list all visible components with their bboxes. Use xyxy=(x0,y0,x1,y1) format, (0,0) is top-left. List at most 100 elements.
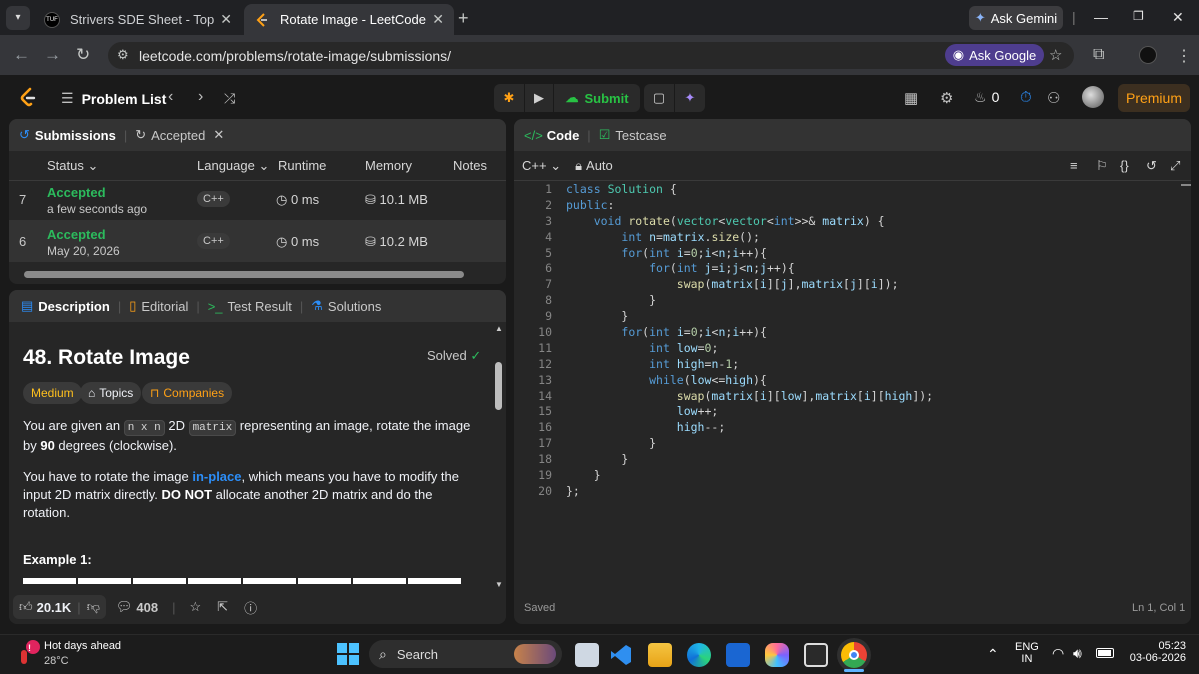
submission-row[interactable]: 6 Accepted May 20, 2026 C++ ◷ 0 ms ⛁ 10.… xyxy=(9,220,506,262)
volume-icon[interactable]: 🔊︎ xyxy=(1073,645,1082,662)
outlook-icon[interactable] xyxy=(726,643,750,667)
code-line[interactable]: 3 void rotate(vector<vector<int>>& matri… xyxy=(514,213,1191,229)
language-select[interactable]: C++ ⌄ xyxy=(522,158,561,174)
code-line[interactable]: 9 } xyxy=(514,308,1191,324)
vscode-icon[interactable] xyxy=(609,643,633,667)
code-line[interactable]: 15 low++; xyxy=(514,403,1191,419)
browser-menu-icon[interactable]: ⋮ xyxy=(1176,46,1192,66)
weather-icon[interactable]: ! xyxy=(18,640,40,664)
code-line[interactable]: 2 public: xyxy=(514,197,1191,213)
code-text[interactable]: swap(matrix[i][j],matrix[j][i]); xyxy=(552,277,899,291)
minimize-icon[interactable]: — xyxy=(1094,9,1108,25)
ai-sparkle-icon[interactable]: ✦ xyxy=(675,84,705,112)
tab-code[interactable]: Code xyxy=(547,128,580,143)
code-text[interactable]: }; xyxy=(552,484,580,498)
favorite-star-icon[interactable]: ☆ xyxy=(190,599,202,615)
code-line[interactable]: 14 swap(matrix[i][low],matrix[i][high]); xyxy=(514,388,1191,404)
user-avatar[interactable] xyxy=(1082,86,1104,108)
close-tab-icon[interactable]: ✕ xyxy=(213,127,224,143)
ask-google-button[interactable]: ◉ Ask Google xyxy=(945,44,1044,66)
tab-list-button[interactable]: ▾ xyxy=(6,5,30,30)
battery-icon[interactable] xyxy=(1096,648,1114,658)
code-editor[interactable]: 1 class Solution {2 public: 3 void rotate(v… xyxy=(514,181,1191,499)
code-text[interactable]: swap(matrix[i][low],matrix[i][high]); xyxy=(552,389,933,403)
code-text[interactable]: for(int i=0;i<n;i++){ xyxy=(552,246,767,260)
comments-button[interactable]: 💬︎ 408 xyxy=(116,599,158,615)
windows-start-icon[interactable] xyxy=(337,643,359,665)
bookmark-star-icon[interactable]: ☆ xyxy=(1049,46,1062,64)
edge-icon[interactable] xyxy=(687,643,711,667)
topics-button[interactable]: ⌂ Topics xyxy=(80,382,142,404)
tab-editorial[interactable]: Editorial xyxy=(141,299,188,314)
tab-solutions[interactable]: Solutions xyxy=(328,299,381,314)
reload-icon[interactable]: ↻ xyxy=(76,45,90,65)
forward-icon[interactable]: → xyxy=(44,45,61,65)
code-text[interactable]: low++; xyxy=(552,404,719,418)
problem-list-button[interactable]: ☰ Problem List xyxy=(61,90,166,107)
submit-button[interactable]: ☁ Submit xyxy=(554,84,640,112)
extensions-icon[interactable]: ⧉ xyxy=(1093,46,1104,64)
scroll-up-icon[interactable]: ▲ xyxy=(495,324,503,333)
premium-button[interactable]: Premium xyxy=(1118,84,1190,112)
code-line[interactable]: 19 } xyxy=(514,467,1191,483)
weather-title[interactable]: Hot days ahead xyxy=(44,640,121,652)
copilot-icon[interactable] xyxy=(765,643,789,667)
col-language[interactable]: Language ⌄ xyxy=(197,158,269,174)
timer-icon[interactable]: ⏱ xyxy=(1020,89,1032,106)
tab-accepted[interactable]: Accepted xyxy=(151,128,205,143)
close-window-icon[interactable]: ✕ xyxy=(1172,9,1184,26)
tray-chevron-up-icon[interactable]: ⌃ xyxy=(987,646,999,663)
like-button[interactable]: 👍︎ 20.1K | 👎︎ xyxy=(13,595,106,619)
close-tab-icon[interactable]: ✕ xyxy=(432,11,444,28)
code-line[interactable]: 8 } xyxy=(514,292,1191,308)
task-view-icon[interactable] xyxy=(575,643,599,667)
code-text[interactable]: while(low<=high){ xyxy=(552,373,767,387)
code-text[interactable]: for(int j=i;j<n;j++){ xyxy=(552,261,795,275)
code-text[interactable]: int high=n-1; xyxy=(552,357,739,371)
new-tab-icon[interactable]: + xyxy=(458,8,469,29)
tab-testcase[interactable]: Testcase xyxy=(615,128,666,143)
back-icon[interactable]: ← xyxy=(13,45,30,65)
bookmark-icon[interactable]: ⚐ xyxy=(1096,158,1108,174)
submission-row[interactable]: 7 Accepted a few seconds ago C++ ◷ 0 ms … xyxy=(9,178,506,220)
problem-title[interactable]: 48. Rotate Image xyxy=(23,346,190,370)
code-text[interactable]: class Solution { xyxy=(552,182,677,196)
expand-icon[interactable]: ⤢ xyxy=(1170,158,1180,174)
code-text[interactable]: } xyxy=(552,436,656,450)
browser-tab-strivers[interactable]: TUF Strivers SDE Sheet - Top Coding ✕ xyxy=(34,4,242,35)
tab-test-result[interactable]: Test Result xyxy=(228,299,292,314)
tab-submissions[interactable]: Submissions xyxy=(35,128,116,143)
store-icon[interactable] xyxy=(804,643,828,667)
leetcode-logo-icon[interactable] xyxy=(19,87,37,107)
ask-gemini-button[interactable]: ✦ Ask Gemini xyxy=(969,6,1063,30)
debug-icon[interactable]: ✱ xyxy=(494,84,524,112)
share-icon[interactable]: ⇱ xyxy=(217,599,228,615)
code-line[interactable]: 17 } xyxy=(514,435,1191,451)
in-place-link[interactable]: in-place xyxy=(192,469,241,484)
reset-icon[interactable]: ↺ xyxy=(1146,158,1157,174)
braces-icon[interactable]: {} xyxy=(1120,158,1129,173)
code-line[interactable]: 5 for(int i=0;i<n;i++){ xyxy=(514,245,1191,261)
code-text[interactable]: } xyxy=(552,293,656,307)
tab-description[interactable]: Description xyxy=(38,299,110,314)
file-explorer-icon[interactable] xyxy=(648,643,672,667)
add-friend-icon[interactable]: ⚇ xyxy=(1047,89,1060,107)
code-line[interactable]: 11 int low=0; xyxy=(514,340,1191,356)
code-line[interactable]: 18 } xyxy=(514,451,1191,467)
code-text[interactable]: for(int i=0;i<n;i++){ xyxy=(552,325,767,339)
prev-problem-icon[interactable]: ‹ xyxy=(168,88,173,106)
close-tab-icon[interactable]: ✕ xyxy=(220,11,232,28)
scroll-down-icon[interactable]: ▼ xyxy=(495,580,503,589)
code-text[interactable]: } xyxy=(552,452,628,466)
code-text[interactable]: high--; xyxy=(552,420,725,434)
status-accepted[interactable]: Accepted xyxy=(47,227,106,242)
thumbs-down-icon[interactable]: 👎︎ xyxy=(87,599,100,615)
col-status[interactable]: Status ⌄ xyxy=(47,158,98,174)
code-text[interactable]: } xyxy=(552,309,628,323)
code-text[interactable]: int low=0; xyxy=(552,341,718,355)
settings-icon[interactable]: ⚙ xyxy=(940,89,953,107)
code-line[interactable]: 7 swap(matrix[i][j],matrix[j][i]); xyxy=(514,276,1191,292)
code-text[interactable]: } xyxy=(552,468,601,482)
vertical-scrollbar[interactable] xyxy=(495,362,502,410)
wifi-icon[interactable]: ◠ xyxy=(1052,645,1064,662)
